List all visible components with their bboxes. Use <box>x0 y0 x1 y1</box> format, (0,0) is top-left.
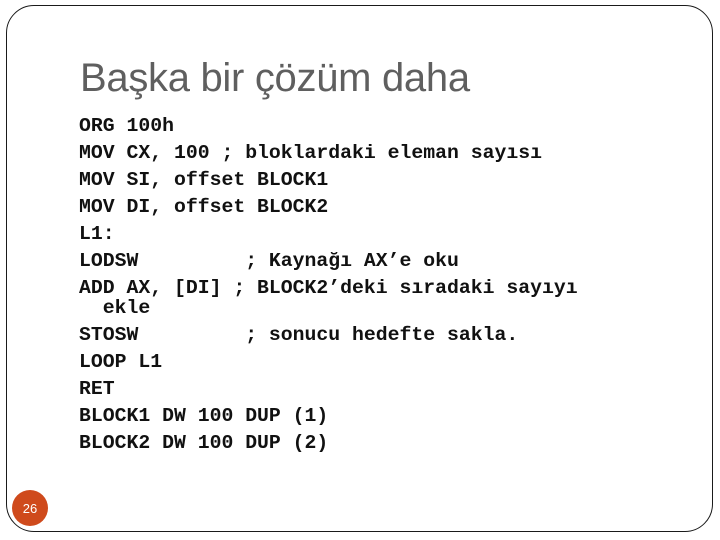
code-line: LOOP L1 <box>79 351 163 373</box>
code-line: LODSW ; Kaynağı AX’e oku <box>79 250 459 272</box>
code-line: L1: <box>79 223 115 245</box>
code-line-continuation: ekle <box>79 297 151 319</box>
code-line: RET <box>79 378 115 400</box>
code-line: BLOCK2 DW 100 DUP (2) <box>79 432 329 454</box>
code-line: ADD AX, [DI] ; BLOCK2’deki sıradaki sayı… <box>79 277 578 299</box>
code-line: STOSW ; sonucu hedefte sakla. <box>79 324 519 346</box>
slide-title: Başka bir çözüm daha <box>80 56 470 100</box>
page-number-badge: 26 <box>12 490 48 526</box>
code-line: BLOCK1 DW 100 DUP (1) <box>79 405 329 427</box>
code-line: MOV DI, offset BLOCK2 <box>79 196 329 218</box>
code-block: ORG 100h MOV CX, 100 ; bloklardaki elema… <box>79 113 578 457</box>
code-line: MOV SI, offset BLOCK1 <box>79 169 329 191</box>
code-line: MOV CX, 100 ; bloklardaki eleman sayısı <box>79 142 542 164</box>
code-line: ORG 100h <box>79 115 174 137</box>
